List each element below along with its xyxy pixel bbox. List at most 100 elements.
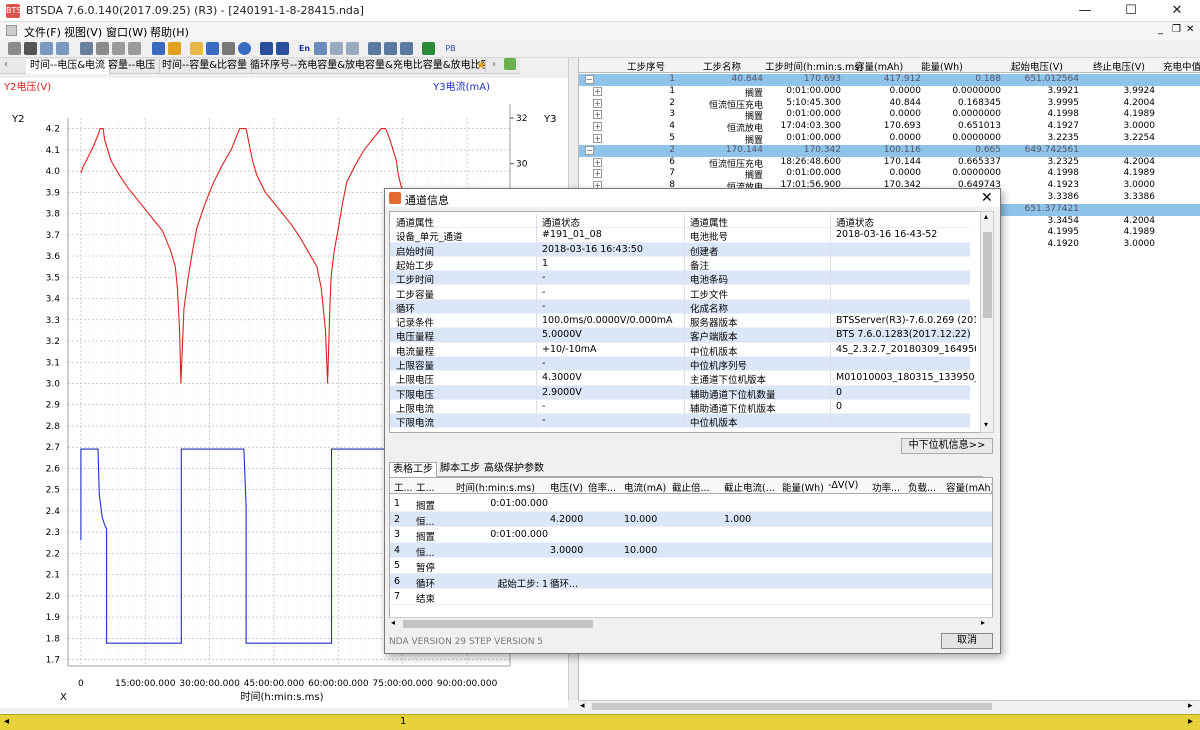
- info-row[interactable]: 上限容量 - 中位机序列号: [390, 357, 970, 372]
- filter-icon[interactable]: [168, 42, 181, 55]
- add-chart-icon[interactable]: [504, 58, 516, 70]
- step-column-header[interactable]: 容量(mAh): [946, 480, 992, 494]
- step-row[interactable]: +1 搁置 0:01:00.000 0.0000 0.0000000 3.9921 3.99…: [579, 86, 1200, 99]
- collapse-icon[interactable]: −: [585, 145, 594, 155]
- tab-time-capacity[interactable]: 时间--容量&比容量: [158, 59, 253, 74]
- cancel-button[interactable]: 取消: [941, 633, 993, 649]
- language-en-icon[interactable]: En: [298, 42, 311, 55]
- expand-icon[interactable]: +: [593, 98, 602, 108]
- step-column-header[interactable]: 倍率...: [588, 480, 622, 494]
- step-column-header[interactable]: 工...: [416, 480, 454, 494]
- step-row[interactable]: +7 搁置 0:01:00.000 0.0000 0.0000000 4.1998 4.19…: [579, 168, 1200, 181]
- info-row[interactable]: 起始工步 1 备注: [390, 256, 970, 272]
- undo-icon[interactable]: [112, 42, 125, 55]
- maximize-button[interactable]: ☐: [1108, 0, 1154, 22]
- step-column-header[interactable]: 截止电流(...: [724, 480, 780, 494]
- table-c-icon[interactable]: [400, 42, 413, 55]
- step-column-header[interactable]: 能量(Wh): [782, 480, 826, 494]
- tab-time-voltage-current[interactable]: 时间--电压&电流: [26, 59, 111, 74]
- copy-icon[interactable]: [96, 42, 109, 55]
- table-icon[interactable]: [368, 42, 381, 55]
- scroll-right-icon[interactable]: ▸: [1188, 701, 1193, 711]
- tool-b-icon[interactable]: [346, 42, 359, 55]
- grid-icon[interactable]: [80, 42, 93, 55]
- step-grid-column-header[interactable]: 充电中值电: [1163, 59, 1200, 73]
- line-tool-icon[interactable]: [152, 42, 165, 55]
- tool-a-icon[interactable]: [330, 42, 343, 55]
- scroll-right-icon[interactable]: ▸: [981, 618, 985, 627]
- redo-icon[interactable]: [128, 42, 141, 55]
- lower-machine-info-button[interactable]: 中下位机信息>>: [901, 438, 993, 454]
- star-icon[interactable]: ★: [476, 58, 487, 72]
- info-row[interactable]: 下限电压 2.9000V 辅助通道下位机数量 0: [390, 385, 970, 401]
- info-vscroll[interactable]: ▴ ▾: [980, 211, 994, 433]
- step-column-header[interactable]: 工...: [394, 480, 414, 494]
- tab-scroll-right-icon[interactable]: ›: [492, 59, 496, 70]
- step-column-header[interactable]: 功率...: [872, 480, 906, 494]
- step-grid-column-header[interactable]: 起始电压(V): [1011, 59, 1063, 73]
- expand-icon[interactable]: +: [593, 110, 602, 120]
- step-column-header[interactable]: 电压(V): [550, 480, 586, 494]
- step-grid-hscroll[interactable]: ◂ ▸: [578, 700, 1200, 712]
- step-row[interactable]: +5 搁置 0:01:00.000 0.0000 0.0000000 3.2235 3.22…: [579, 133, 1200, 146]
- close-window-button[interactable]: ✕: [1154, 0, 1200, 22]
- cycle-row[interactable]: − 1 40.844 170.693 417.912 0.188 651.012564: [579, 74, 1200, 86]
- step-grid-column-header[interactable]: 工步时间(h:min:s.ms): [765, 59, 863, 73]
- step-setting-row[interactable]: 5 暂停: [390, 558, 992, 574]
- cycle-row[interactable]: − 2 170.144 170.342 100.116 0.665 649.742561: [579, 144, 1200, 157]
- expand-icon[interactable]: +: [593, 122, 602, 132]
- print-icon[interactable]: [222, 42, 235, 55]
- zoom-in-icon[interactable]: [40, 42, 53, 55]
- step-setting-row[interactable]: 7 结束: [390, 589, 992, 605]
- arrow-left-icon[interactable]: [260, 42, 273, 55]
- info-row[interactable]: 电流量程 +10/-10mA 中位机版本 4S_2.3.2.7_20180309_16…: [390, 342, 976, 358]
- menu-help[interactable]: 帮助(H): [150, 24, 189, 40]
- step-row[interactable]: +4 恒流放电 17:04:03.300 170.693 0.651013 4.1927 3…: [579, 121, 1200, 134]
- open-folder-icon[interactable]: [190, 42, 203, 55]
- expand-icon[interactable]: +: [593, 134, 602, 143]
- step-row[interactable]: +3 搁置 0:01:00.000 0.0000 0.0000000 4.1998 4.19…: [579, 109, 1200, 122]
- step-settings-hscroll[interactable]: ◂ ▸: [389, 617, 993, 629]
- step-grid-column-header[interactable]: 能量(Wh): [921, 59, 963, 73]
- step-setting-row[interactable]: 6 循环 起始工步: 1 循环...: [390, 573, 992, 590]
- info-row[interactable]: 电压量程 5.0000V 客户端版本 BTS 7.6.0.1283(2017.12.2…: [390, 328, 971, 343]
- info-row[interactable]: 设备_单元_通道 #191_01_08 电池批号 2018-03-16 16-43-5…: [390, 228, 970, 243]
- step-scroll-thumb[interactable]: [403, 620, 593, 628]
- bottom-cycle-bar[interactable]: ◂ 1 ▸: [0, 714, 1200, 730]
- info-row[interactable]: 下限电流 - 中位机版本: [390, 414, 970, 429]
- info-row[interactable]: 启始时间 2018-03-16 16:43:50 创建者: [390, 242, 970, 258]
- step-column-header[interactable]: 电流(mA): [624, 480, 670, 494]
- collapse-icon[interactable]: −: [585, 75, 594, 84]
- info-row[interactable]: 循环 - 化成名称: [390, 299, 970, 315]
- step-column-header[interactable]: -ΔV(V): [828, 480, 870, 491]
- step-grid-column-header[interactable]: 工步名称: [703, 59, 741, 73]
- scroll-thumb[interactable]: [592, 703, 992, 710]
- step-column-header[interactable]: 时间(h:min:s.ms): [456, 480, 548, 494]
- menu-file[interactable]: 文件(F): [24, 24, 61, 40]
- step-grid-column-header[interactable]: 容量(mAh): [855, 59, 903, 73]
- mdi-minimize-icon[interactable]: _: [1158, 24, 1163, 35]
- scroll-left-icon[interactable]: ◂: [580, 701, 585, 711]
- scroll-left-icon[interactable]: ◂: [391, 618, 395, 627]
- step-row[interactable]: +6 恒流恒压充电 18:26:48.600 170.144 0.665337 3.232…: [579, 157, 1200, 170]
- pointer-icon[interactable]: [24, 42, 37, 55]
- info-row[interactable]: 记录条件 100.0ms/0.0000V/0.000mA 服务器版本 BTSServe…: [390, 314, 976, 329]
- menu-window[interactable]: 窗口(W): [106, 24, 147, 40]
- help-icon[interactable]: [238, 42, 251, 55]
- menu-view[interactable]: 视图(V): [64, 24, 102, 40]
- tab-scroll-left-icon[interactable]: ‹: [4, 59, 8, 70]
- expand-icon[interactable]: +: [593, 157, 602, 167]
- scroll-up-icon[interactable]: ▴: [984, 212, 988, 221]
- expand-icon[interactable]: +: [593, 86, 602, 96]
- table-b-icon[interactable]: [384, 42, 397, 55]
- step-setting-row[interactable]: 3 搁置 0:01:00.000: [390, 527, 992, 543]
- mdi-restore-icon[interactable]: ❐: [1172, 24, 1181, 35]
- scroll-down-icon[interactable]: ▾: [984, 420, 988, 429]
- tab-capacity-voltage[interactable]: 容量--电压: [104, 59, 161, 74]
- step-setting-row[interactable]: 4 恒... 3.0000 10.000: [390, 542, 992, 559]
- tab-advanced-protection[interactable]: 高级保护参数: [481, 462, 547, 477]
- info-row[interactable]: 上限电流 - 辅助通道下位机版本 0: [390, 399, 970, 415]
- mdi-close-icon[interactable]: ✕: [1186, 24, 1194, 35]
- dialog-close-icon[interactable]: ✕: [981, 190, 993, 206]
- arrow-right-icon[interactable]: [276, 42, 289, 55]
